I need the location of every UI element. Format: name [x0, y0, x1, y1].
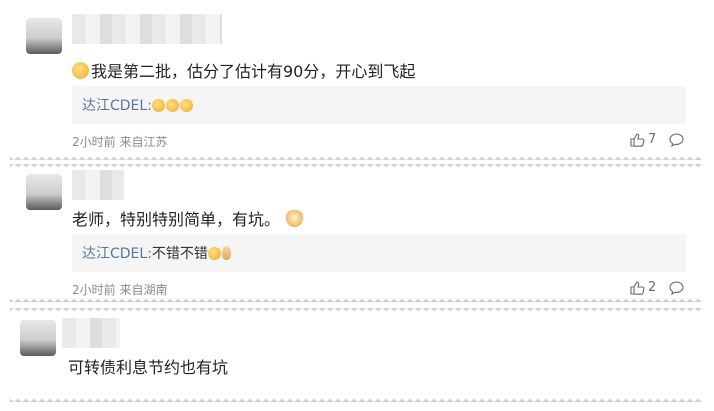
torn-edge: [10, 296, 703, 302]
like-button[interactable]: 2: [630, 280, 656, 295]
comment-time: 2小时前: [72, 135, 116, 149]
author-reply: 达江CDEL: 不错不错: [72, 234, 686, 272]
comment-body: 老师，特别特别简单，有坑。: [72, 210, 281, 229]
reply-button[interactable]: [669, 281, 684, 295]
reply-body: 不错不错: [151, 246, 208, 262]
thinking-emoji-icon: [72, 62, 89, 79]
laughing-emoji-icon: [207, 246, 221, 260]
comment-body: 可转债利息节约也有坑: [68, 358, 229, 377]
comment-card-1: 我是第二批，估分了估计有90分，开心到飞起 达江CDEL: 2小时前 来自江苏 …: [10, 6, 703, 160]
like-button[interactable]: 7: [630, 132, 656, 147]
comment-location: 来自江苏: [119, 135, 168, 149]
thumbs-up-icon: [630, 132, 645, 147]
reply-button[interactable]: [669, 133, 684, 147]
like-count: 7: [648, 132, 657, 147]
speech-bubble-icon: [669, 133, 684, 147]
comment-meta: 2小时前 来自江苏: [72, 133, 167, 150]
comment-card-3: 可转债利息节约也有坑: [10, 308, 703, 402]
avatar[interactable]: [26, 18, 62, 54]
avatar[interactable]: [20, 320, 56, 356]
torn-edge: [10, 308, 703, 314]
speech-bubble-icon: [669, 281, 684, 295]
laughing-emoji-icon: [165, 98, 179, 112]
comment-card-2: 老师，特别特别简单，有坑。 达江CDEL: 不错不错 2小时前 来自湖南 2: [10, 164, 703, 302]
thumbs-up-icon: [630, 280, 645, 295]
comment-text: 老师，特别特别简单，有坑。: [72, 206, 305, 230]
username-blurred[interactable]: [72, 170, 124, 200]
comment-time: 2小时前: [72, 283, 116, 297]
username-blurred[interactable]: [72, 14, 222, 44]
comment-location: 来自湖南: [119, 283, 168, 297]
torn-edge: [10, 396, 703, 402]
comment-text: 可转债利息节约也有坑: [68, 354, 228, 378]
reply-author[interactable]: 达江CDEL:: [82, 95, 152, 115]
comment-text: 我是第二批，估分了估计有90分，开心到飞起: [72, 58, 415, 82]
laughing-emoji-icon: [179, 98, 193, 112]
comment-body: 我是第二批，估分了估计有90分，开心到飞起: [91, 62, 416, 81]
reply-author[interactable]: 达江CDEL:: [82, 243, 152, 263]
thumbs-emoji-icon: [221, 246, 231, 260]
avatar[interactable]: [26, 174, 62, 210]
like-count: 2: [648, 280, 657, 295]
username-blurred[interactable]: [62, 318, 120, 348]
doge-emoji-icon: [286, 210, 304, 227]
laughing-emoji-icon: [151, 98, 165, 112]
torn-edge: [10, 154, 703, 160]
author-reply: 达江CDEL:: [72, 86, 686, 124]
